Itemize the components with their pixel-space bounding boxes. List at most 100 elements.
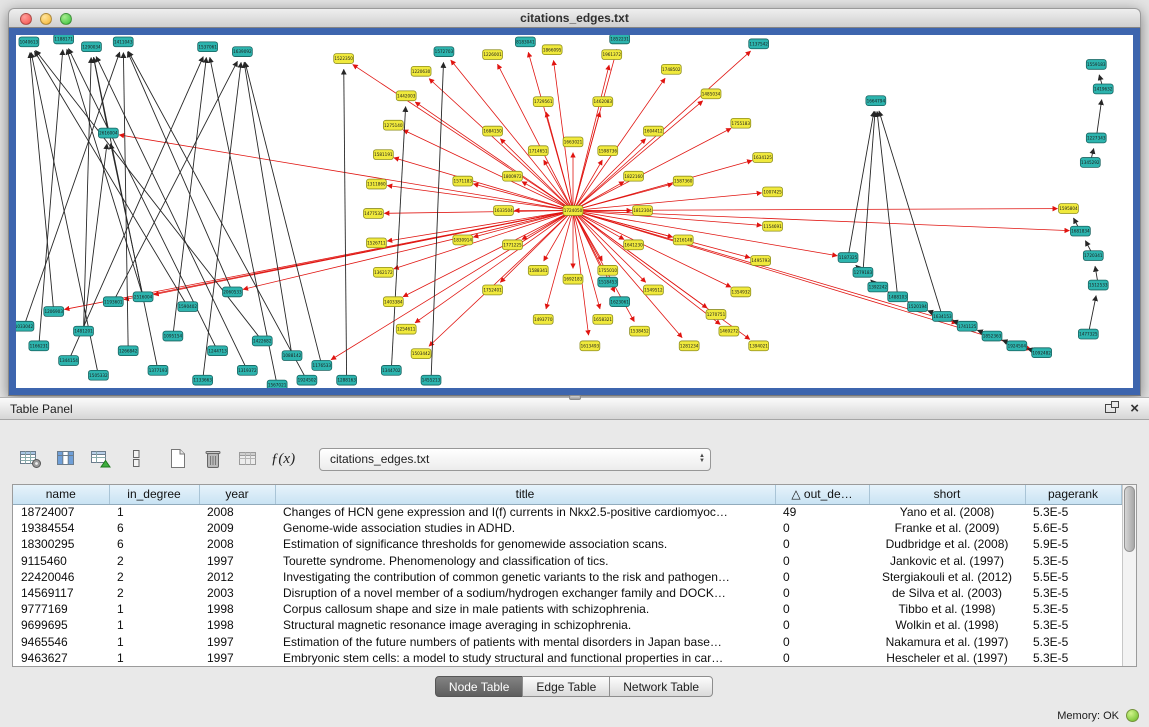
graph-node[interactable]: 1518453 <box>598 277 618 287</box>
table-scrollbar[interactable] <box>1122 485 1137 666</box>
column-header[interactable]: pagerank <box>1025 485 1121 504</box>
graph-node[interactable]: 1623061 <box>610 297 630 307</box>
function-builder-icon[interactable]: ƒ(x) <box>268 446 298 472</box>
graph-node[interactable]: 1924502 <box>297 375 317 385</box>
graph-node[interactable]: 1469272 <box>719 326 739 336</box>
graph-node[interactable]: 1493770 <box>533 314 553 324</box>
float-panel-icon[interactable] <box>1105 404 1116 413</box>
graph-node[interactable]: 1866095 <box>542 45 562 55</box>
graph-node[interactable]: 1227343 <box>1086 133 1106 143</box>
graph-node[interactable]: 1658321 <box>593 314 613 324</box>
close-panel-icon[interactable]: × <box>1130 402 1139 416</box>
column-header[interactable]: name <box>13 485 109 504</box>
graph-node[interactable]: 1538452 <box>630 326 650 336</box>
network-canvas[interactable]: 1724050181230416412301755010169218315883… <box>16 35 1133 388</box>
column-header[interactable]: in_degree <box>109 485 199 504</box>
delete-table-icon[interactable] <box>198 446 228 472</box>
table-row[interactable]: 946362711997Embryonic stem cells: a mode… <box>13 650 1121 666</box>
graph-node[interactable]: 1311860 <box>366 179 386 189</box>
graph-node[interactable]: 1748502 <box>661 64 681 74</box>
graph-node[interactable]: 1455213 <box>421 375 441 385</box>
graph-node[interactable]: 1633504 <box>494 206 514 216</box>
graph-node[interactable]: 1226001 <box>483 50 503 60</box>
graph-node[interactable]: 1587360 <box>673 176 693 186</box>
graph-node[interactable]: 1275140 <box>383 120 403 130</box>
column-header[interactable]: short <box>869 485 1025 504</box>
table-row[interactable]: 1872400712008Changes of HCN gene express… <box>13 504 1121 520</box>
table-row[interactable]: 969969511998Structural magnetic resonanc… <box>13 617 1121 633</box>
graph-node[interactable]: 1720341 <box>1083 251 1103 261</box>
graph-node[interactable]: 1254611 <box>396 324 416 334</box>
graph-node[interactable]: 1442003 <box>396 91 416 101</box>
table-row[interactable]: 911546021997Tourette syndrome. Phenomeno… <box>13 553 1121 569</box>
graph-node[interactable]: 1033042 <box>16 321 34 331</box>
graph-node[interactable]: 1485034 <box>701 89 721 99</box>
graph-node[interactable]: 1634125 <box>753 153 773 163</box>
table-row[interactable]: 977716911998Corpus callosum shape and si… <box>13 601 1121 617</box>
zoom-window-icon[interactable] <box>60 13 72 25</box>
graph-node[interactable]: 1344702 <box>381 365 401 375</box>
graph-node[interactable]: 1411043 <box>113 37 133 47</box>
table-row[interactable]: 2242004622012Investigating the contribut… <box>13 569 1121 585</box>
graph-node[interactable]: 1567021 <box>267 380 287 388</box>
graph-node[interactable]: 1133663 <box>193 375 213 385</box>
graph-node[interactable]: 1188171 <box>54 35 74 44</box>
column-header[interactable]: year <box>199 485 275 504</box>
graph-node[interactable]: 1641230 <box>624 240 644 250</box>
create-table-icon[interactable] <box>163 446 193 472</box>
table-row[interactable]: 1830029562008Estimation of significance … <box>13 536 1121 552</box>
tab-edge-table[interactable]: Edge Table <box>522 676 610 697</box>
table-row[interactable]: 1938455462009Genome-wide association stu… <box>13 520 1121 536</box>
graph-node[interactable]: 1684150 <box>483 126 503 136</box>
table-row[interactable]: 946554611997Estimation of the future num… <box>13 634 1121 650</box>
graph-node[interactable]: 1040613 <box>19 37 39 47</box>
graph-node[interactable]: 1319372 <box>237 365 257 375</box>
graph-node[interactable]: 1137542 <box>749 39 769 49</box>
graph-node[interactable]: 1598736 <box>598 146 618 156</box>
graph-node[interactable]: 2516004 <box>133 292 153 302</box>
show-columns-icon[interactable] <box>51 446 81 472</box>
graph-node[interactable]: 1290034 <box>82 42 102 52</box>
graph-node[interactable]: 1488103 <box>888 292 908 302</box>
graph-node[interactable]: 1176533 <box>312 361 332 371</box>
graph-node[interactable]: 1581191 <box>373 150 393 160</box>
graph-node[interactable]: 1281234 <box>679 341 699 351</box>
graph-node[interactable]: 1266842 <box>118 346 138 356</box>
graph-node[interactable]: 1422682 <box>252 336 272 346</box>
graph-node[interactable]: 1362172 <box>373 267 393 277</box>
tab-node-table[interactable]: Node Table <box>435 676 524 697</box>
graph-node[interactable]: 1377193 <box>148 365 168 375</box>
graph-node[interactable]: 1590402 <box>178 302 198 312</box>
graph-node[interactable]: 1505332 <box>88 370 108 380</box>
graph-node[interactable]: 1852231 <box>610 35 630 44</box>
graph-node[interactable]: 1741125 <box>957 321 977 331</box>
graph-node[interactable]: 1639092 <box>232 47 252 57</box>
graph-node[interactable]: 1822160 <box>624 171 644 181</box>
graph-node[interactable]: 1512533 <box>1088 280 1108 290</box>
graph-node[interactable]: 1572703 <box>434 47 454 57</box>
graph-node[interactable]: 1392242 <box>868 282 888 292</box>
graph-node[interactable]: 1830914 <box>453 235 473 245</box>
graph-node[interactable]: 1800972 <box>503 171 523 181</box>
column-header[interactable]: △ out_de… <box>775 485 869 504</box>
graph-node[interactable]: 1344154 <box>59 356 79 366</box>
graph-node[interactable]: 1588341 <box>528 265 548 275</box>
tab-network-table[interactable]: Network Table <box>609 676 713 697</box>
graph-node[interactable]: 1206903 <box>44 307 64 317</box>
graph-node[interactable]: 1216148 <box>673 235 693 245</box>
graph-node[interactable]: 1166231 <box>29 341 49 351</box>
graph-node[interactable]: 1477325 <box>1078 329 1098 339</box>
graph-node[interactable]: 1681834 <box>1070 226 1090 236</box>
graph-node[interactable]: 1288163 <box>337 375 357 385</box>
graph-node[interactable]: 1394021 <box>749 341 769 351</box>
graph-node[interactable]: 1503442 <box>411 349 431 359</box>
graph-node[interactable]: 1007425 <box>763 187 783 197</box>
graph-node[interactable]: 1692183 <box>563 274 583 284</box>
graph-node[interactable]: 2060533 <box>223 287 243 297</box>
graph-node[interactable]: 1345292 <box>1080 158 1100 168</box>
graph-node[interactable]: 1924504 <box>1007 341 1027 351</box>
table-row[interactable]: 1456911722003Disruption of a novel membe… <box>13 585 1121 601</box>
minimize-window-icon[interactable] <box>40 13 52 25</box>
graph-node[interactable]: 1419632 <box>1093 84 1113 94</box>
graph-node[interactable]: 1664794 <box>866 96 886 106</box>
